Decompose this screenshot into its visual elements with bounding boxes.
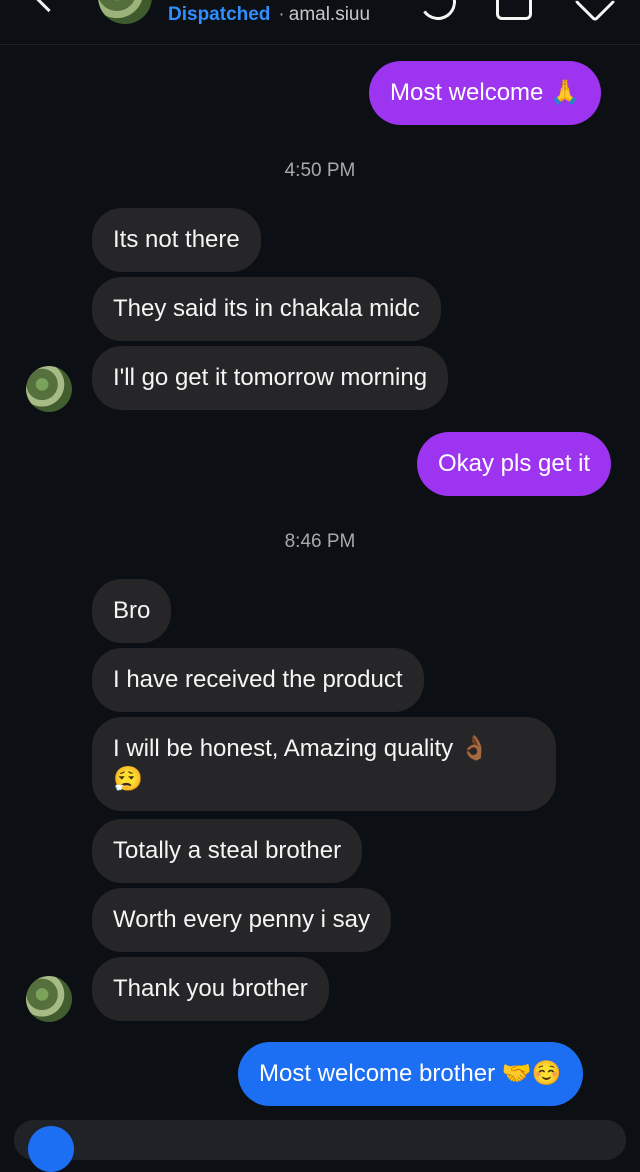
message-text: I have received the product [113, 666, 403, 693]
sender-avatar[interactable] [26, 976, 72, 1022]
contact-avatar[interactable] [98, 0, 152, 24]
message-text: Totally a steal brother [113, 837, 342, 864]
contact-username: amal.siuu [288, 4, 371, 25]
back-chevron-icon[interactable] [30, 0, 67, 13]
message-text: Bro [113, 597, 151, 624]
video-call-icon[interactable] [496, 0, 532, 20]
incoming-message[interactable]: Totally a steal brother [92, 819, 363, 883]
message-text: Thank you brother [113, 975, 308, 1002]
outgoing-message[interactable]: Most welcome 🙏 [369, 61, 601, 125]
message-text: Worth every penny i say [113, 906, 371, 933]
incoming-message[interactable]: Thank you brother [92, 957, 329, 1021]
incoming-message[interactable]: I have received the product [92, 648, 424, 712]
incoming-message[interactable]: Its not there [92, 208, 261, 272]
message-text: I will be honest, Amazing quality 👌🏾 [113, 735, 490, 762]
sender-avatar[interactable] [26, 366, 72, 412]
incoming-message[interactable]: I'll go get it tomorrow morning [92, 346, 449, 410]
incoming-message[interactable]: Bro [92, 579, 172, 643]
outgoing-message[interactable]: Okay pls get it [417, 432, 612, 496]
incoming-message[interactable]: I will be honest, Amazing quality 👌🏾 😮‍💨 [92, 717, 556, 811]
phone-icon[interactable] [417, 0, 459, 23]
outgoing-message[interactable]: Most welcome brother 🤝☺️ [238, 1042, 583, 1106]
message-text: Most welcome brother 🤝☺️ [259, 1060, 562, 1087]
message-text: Its not there [113, 226, 240, 253]
incoming-message[interactable]: They said its in chakala midc [92, 277, 441, 341]
contact-status-line[interactable]: Dispatched · amal.siuu [168, 4, 370, 26]
incoming-message[interactable]: Worth every penny i say [92, 888, 392, 952]
heart-icon[interactable] [573, 0, 617, 23]
message-text: I'll go get it tomorrow morning [113, 364, 428, 391]
message-text: They said its in chakala midc [113, 295, 420, 322]
separator-dot: · [278, 4, 285, 25]
message-composer[interactable] [14, 1120, 626, 1160]
timestamp: 4:50 PM [284, 160, 356, 181]
timestamp: 8:46 PM [284, 531, 356, 552]
chat-header: Dispatched · amal.siuu [0, 0, 640, 45]
exhale-emoji-icon: 😮‍💨 [113, 765, 143, 793]
delivery-status: Dispatched [168, 4, 271, 25]
message-text: Most welcome 🙏 [390, 79, 580, 106]
camera-icon[interactable] [28, 1126, 74, 1172]
message-text: Okay pls get it [438, 450, 591, 477]
